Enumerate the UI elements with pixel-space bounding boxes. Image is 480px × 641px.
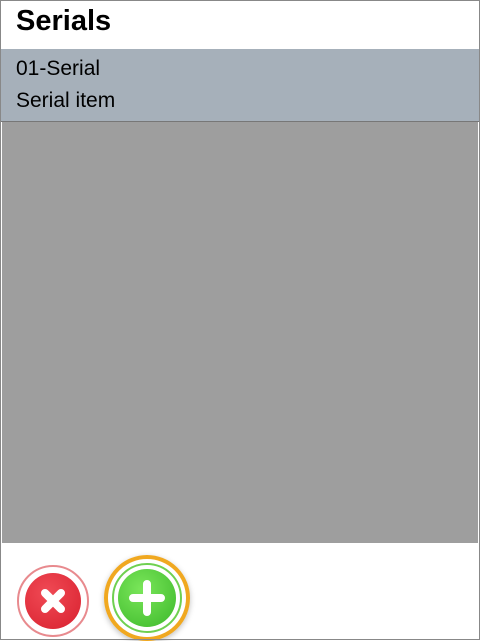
window-border bbox=[0, 0, 480, 640]
